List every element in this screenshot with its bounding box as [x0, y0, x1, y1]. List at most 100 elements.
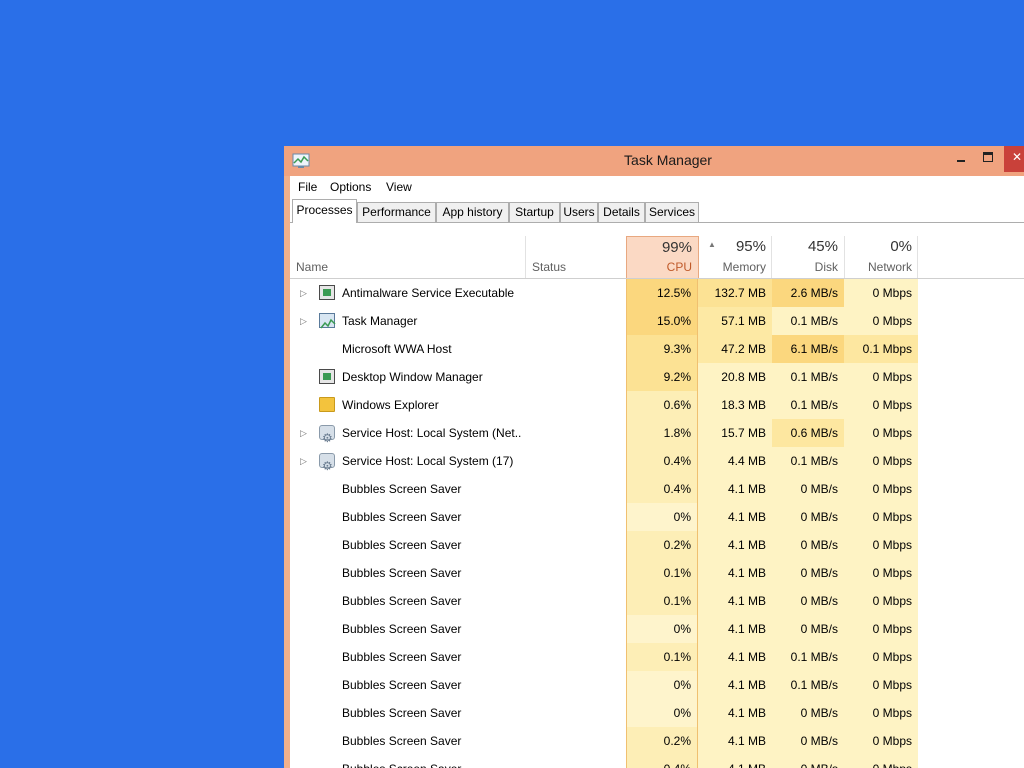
network-value: 0 Mbps [844, 391, 918, 419]
tab-services[interactable]: Services [645, 202, 699, 222]
tab-details[interactable]: Details [598, 202, 645, 222]
column-disk[interactable]: 45% Disk [772, 236, 844, 278]
process-row[interactable]: ▷ Task Manager 15.0% 57.1 MB 0.1 MB/s 0 Mbps [290, 307, 1024, 335]
column-name[interactable]: Name [290, 236, 526, 278]
expand-arrow-icon[interactable]: ▷ [300, 307, 312, 335]
network-total-percent: 0% [890, 238, 912, 255]
memory-value: 47.2 MB [698, 335, 772, 363]
memory-value: 4.1 MB [698, 559, 772, 587]
cpu-value: 0% [626, 615, 698, 643]
process-row[interactable]: Bubbles Screen Saver 0.1% 4.1 MB 0 MB/s 0 Mb… [290, 559, 1024, 587]
cpu-value: 0.4% [626, 447, 698, 475]
close-button[interactable] [1004, 146, 1024, 172]
network-value: 0 Mbps [844, 643, 918, 671]
process-row[interactable]: Bubbles Screen Saver 0% 4.1 MB 0 MB/s 0 Mbps [290, 699, 1024, 727]
memory-value: 4.4 MB [698, 447, 772, 475]
minimize-button[interactable] [948, 146, 974, 172]
process-row[interactable]: Windows Explorer 0.6% 18.3 MB 0.1 MB/s 0 Mbp… [290, 391, 1024, 419]
network-value: 0 Mbps [844, 447, 918, 475]
process-row[interactable]: Bubbles Screen Saver 0.4%4.1 MB0 MB/s0 Mb… [290, 755, 1024, 768]
expand-arrow-icon[interactable]: ▷ [300, 447, 312, 475]
disk-value: 0 MB/s [772, 503, 844, 531]
memory-value: 4.1 MB [698, 727, 772, 755]
process-row[interactable]: ▷ Antimalware Service Executable 12.5% 132.… [290, 279, 1024, 307]
process-row[interactable]: Bubbles Screen Saver 0.4%4.1 MB0 MB/s0 Mb… [290, 475, 1024, 503]
title-bar[interactable]: Task Manager [284, 146, 1024, 176]
column-cpu[interactable]: 99% CPU [626, 236, 699, 278]
cpu-value: 0.2% [626, 531, 698, 559]
app-window-icon [319, 285, 335, 300]
cpu-value: 9.2% [626, 363, 698, 391]
process-row[interactable]: ▷ Service Host: Local System (Net... 1.8%1… [290, 419, 1024, 452]
process-name: Service Host: Local System (17) [342, 454, 514, 468]
tab-app-history[interactable]: App history [436, 202, 509, 222]
process-row[interactable]: Microsoft WWA Host 9.3% 47.2 MB 6.1 MB/s 0.1… [290, 335, 1024, 363]
column-network[interactable]: 0% Network [845, 236, 918, 278]
memory-value: 18.3 MB [698, 391, 772, 419]
cpu-value: 15.0% [626, 307, 698, 335]
network-value: 0 Mbps [844, 363, 918, 391]
network-value: 0 Mbps [844, 503, 918, 531]
tab-performance[interactable]: Performance [357, 202, 436, 222]
process-name: Bubbles Screen Saver [342, 755, 522, 768]
process-name: Service Host: Local System (Net... [342, 426, 522, 440]
process-name: Microsoft WWA Host [342, 342, 452, 356]
network-value: 0 Mbps [844, 615, 918, 643]
network-value: 0 Mbps [844, 755, 918, 768]
maximize-button[interactable] [976, 146, 1002, 172]
tab-users[interactable]: Users [560, 202, 598, 222]
process-row[interactable]: Bubbles Screen Saver 0.1% 4.1 MB 0 MB/s 0 Mb… [290, 587, 1024, 615]
app-window-icon [319, 369, 335, 384]
memory-value: 4.1 MB [698, 531, 772, 559]
folder-icon [319, 397, 335, 412]
column-divider [917, 236, 918, 278]
expand-arrow-icon[interactable]: ▷ [300, 279, 312, 307]
cpu-value: 0% [626, 503, 698, 531]
menu-file[interactable]: File [298, 180, 317, 194]
tab-strip: Processes Performance App history Startu… [290, 198, 1024, 223]
column-status-label: Status [532, 260, 567, 274]
disk-value: 2.6 MB/s [772, 279, 844, 307]
menu-view[interactable]: View [386, 180, 412, 194]
process-row[interactable]: Bubbles Screen Saver 0.1% 4.1 MB 0.1 MB/s 0 … [290, 643, 1024, 671]
process-row[interactable]: ▷ Service Host: Local System (17) 0.4%4.4 … [290, 447, 1024, 480]
process-name: Windows Explorer [342, 398, 439, 412]
process-row[interactable]: Bubbles Screen Saver 0% 4.1 MB 0.1 MB/s 0 Mb… [290, 671, 1024, 699]
network-value: 0 Mbps [844, 587, 918, 615]
cpu-value: 0.1% [626, 559, 698, 587]
disk-value: 0.1 MB/s [772, 391, 844, 419]
process-name: Bubbles Screen Saver [342, 594, 462, 608]
task-manager-icon [319, 313, 336, 329]
disk-value: 0.1 MB/s [772, 447, 844, 475]
process-list[interactable]: ▷ Antimalware Service Executable 12.5% 132.… [290, 279, 1024, 768]
menu-options[interactable]: Options [330, 180, 371, 194]
column-status[interactable]: Status [526, 236, 626, 278]
process-row[interactable]: Desktop Window Manager 9.2% 20.8 MB 0.1 MB/… [290, 363, 1024, 391]
memory-total-percent: 95% [735, 238, 766, 255]
disk-value: 0.1 MB/s [772, 643, 844, 671]
memory-value: 4.1 MB [698, 615, 772, 643]
process-row[interactable]: Bubbles Screen Saver 0% 4.1 MB 0 MB/s 0 Mbps [290, 615, 1024, 643]
cpu-value: 0.1% [626, 643, 698, 671]
memory-value: 4.1 MB [698, 475, 772, 503]
column-memory[interactable]: 95% Memory [699, 236, 772, 278]
disk-value: 0 MB/s [772, 615, 844, 643]
network-value: 0 Mbps [844, 279, 918, 307]
cpu-value: 1.8% [626, 419, 698, 447]
process-row[interactable]: Bubbles Screen Saver 0.2% 4.1 MB 0 MB/s 0 Mb… [290, 531, 1024, 559]
memory-value: 15.7 MB [698, 419, 772, 447]
tab-startup[interactable]: Startup [509, 202, 560, 222]
column-network-label: Network [867, 260, 912, 274]
network-value: 0 Mbps [844, 671, 918, 699]
process-row[interactable]: Bubbles Screen Saver 0.2% 4.1 MB 0 MB/s 0 Mb… [290, 727, 1024, 755]
disk-value: 0.1 MB/s [772, 671, 844, 699]
process-name: Bubbles Screen Saver [342, 734, 462, 748]
process-name: Task Manager [342, 314, 418, 328]
tab-processes[interactable]: Processes [292, 199, 357, 223]
process-name: Bubbles Screen Saver [342, 510, 462, 524]
expand-arrow-icon[interactable]: ▷ [300, 419, 312, 447]
column-header: Name Status 99% CPU ▲ 95% Memory 45% Dis… [290, 236, 1024, 279]
cpu-value: 9.3% [626, 335, 698, 363]
memory-value: 132.7 MB [698, 279, 772, 307]
process-row[interactable]: Bubbles Screen Saver 0% 4.1 MB 0 MB/s 0 Mbps [290, 503, 1024, 531]
